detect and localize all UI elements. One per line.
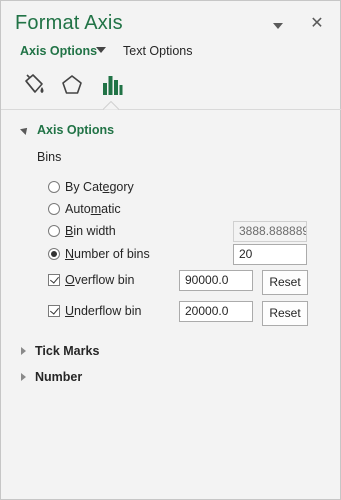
radio-label: Automatic — [65, 202, 121, 216]
section-tick-marks[interactable]: Tick Marks — [21, 342, 99, 360]
overflow-reset-button[interactable]: Reset — [262, 270, 308, 295]
overflow-bin-option[interactable]: Overflow bin — [48, 271, 134, 289]
radio-label: Number of bins — [65, 247, 150, 261]
fill-line-tab[interactable] — [18, 69, 48, 101]
active-tab-pointer — [103, 101, 119, 110]
underflow-bin-input[interactable]: 20000.0 — [179, 301, 253, 322]
section-label: Number — [35, 370, 83, 384]
axis-options-tab[interactable] — [97, 69, 127, 101]
axis-options-dropdown-arrow[interactable] — [96, 47, 106, 53]
radio-by-category[interactable]: By Category — [48, 178, 134, 196]
triangle-down-icon — [273, 23, 283, 29]
effects-icon — [62, 75, 82, 94]
radio-label: By Category — [65, 180, 134, 194]
number-of-bins-input[interactable]: 20 — [233, 244, 307, 265]
bin-width-input[interactable]: 3888.888889 — [233, 221, 307, 242]
format-axis-pane: Format Axis ✕ Axis Options Text Options — [0, 0, 341, 500]
checkbox-label: Overflow bin — [65, 273, 135, 287]
underflow-bin-option[interactable]: Underflow bin — [48, 302, 141, 320]
overflow-bin-checkbox[interactable] — [48, 274, 60, 286]
checkbox-label: Underflow bin — [65, 304, 142, 318]
underflow-reset-button[interactable]: Reset — [262, 301, 308, 326]
tab-divider — [1, 109, 341, 110]
radio-button[interactable] — [48, 181, 60, 193]
fill-line-icon — [25, 74, 44, 93]
section-label: Tick Marks — [35, 344, 100, 358]
radio-button-selected[interactable] — [48, 248, 60, 260]
radio-button[interactable] — [48, 225, 60, 237]
section-number[interactable]: Number — [21, 368, 82, 386]
underflow-bin-checkbox[interactable] — [48, 305, 60, 317]
radio-number-of-bins[interactable]: Number of bins — [48, 245, 150, 263]
subtab-axis-options[interactable]: Axis Options — [20, 44, 97, 58]
radio-bin-width[interactable]: Bin width — [48, 222, 116, 240]
bins-label: Bins — [37, 150, 62, 164]
expand-arrow-icon — [21, 373, 26, 381]
subtab-text-options[interactable]: Text Options — [123, 44, 192, 58]
expand-arrow-icon — [21, 347, 26, 355]
close-icon: ✕ — [310, 15, 324, 32]
radio-button[interactable] — [48, 203, 60, 215]
overflow-bin-input[interactable]: 90000.0 — [179, 270, 253, 291]
effects-tab[interactable] — [57, 69, 87, 101]
pane-title: Format Axis — [15, 12, 123, 34]
section-label: Axis Options — [37, 123, 115, 137]
pane-options-dropdown[interactable] — [269, 15, 287, 33]
collapse-arrow-icon — [20, 125, 30, 135]
axis-options-icon — [103, 76, 123, 95]
section-axis-options[interactable]: Axis Options — [20, 121, 115, 139]
radio-label: Bin width — [65, 224, 116, 238]
radio-automatic[interactable]: Automatic — [48, 200, 121, 218]
close-pane-button[interactable]: ✕ — [308, 15, 326, 33]
